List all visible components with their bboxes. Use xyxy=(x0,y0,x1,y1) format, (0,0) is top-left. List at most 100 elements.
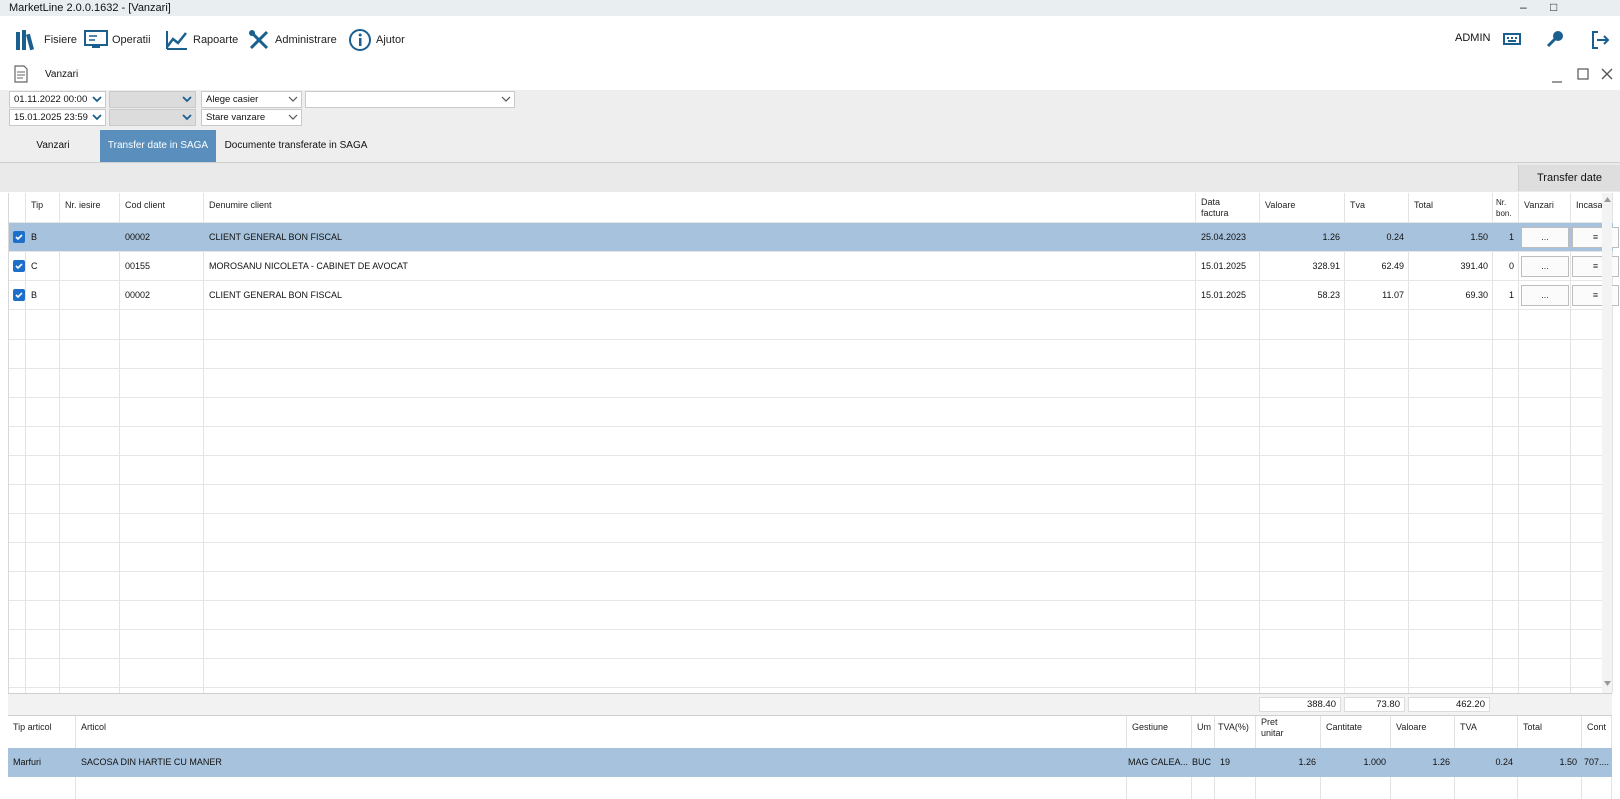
tab-vanzari[interactable]: Vanzari xyxy=(8,130,98,162)
vanzari-details-button[interactable]: ... xyxy=(1521,256,1569,277)
chart-icon xyxy=(166,31,187,50)
detail-grid: Tip articol Articol Gestiune Um TVA(%) P… xyxy=(8,715,1612,799)
main-menu: Fisiere Operatii Rapoarte Administrare A… xyxy=(0,16,1620,62)
grid-line xyxy=(9,542,1613,543)
dheader-um[interactable]: Um xyxy=(1192,716,1216,748)
grid-line xyxy=(9,687,1613,688)
cell-total: 1.50 xyxy=(1470,232,1488,242)
chevron-down-icon xyxy=(288,96,298,102)
menu-ajutor[interactable]: Ajutor xyxy=(348,26,405,54)
date-from-picker[interactable]: 01.11.2022 00:00 xyxy=(9,91,106,108)
cell-denumire-client: CLIENT GENERAL BON FISCAL xyxy=(209,232,343,242)
menu-administrare[interactable]: Administrare xyxy=(247,26,337,54)
dcell-gestiune: MAG CALEA... xyxy=(1128,757,1189,767)
menu-ajutor-label: Ajutor xyxy=(376,34,405,46)
table-row[interactable]: B 00002 CLIENT GENERAL BON FISCAL 25.04.… xyxy=(9,223,1619,252)
grid-line xyxy=(9,455,1613,456)
tab-documente-saga[interactable]: Documente transferate in SAGA xyxy=(220,130,372,162)
chevron-down-icon xyxy=(92,96,102,103)
totals-bar: 388.40 73.80 462.20 xyxy=(8,693,1612,715)
checkmark-icon xyxy=(15,234,23,241)
cell-tip: B xyxy=(31,232,38,242)
key-icon[interactable] xyxy=(1545,29,1565,49)
action-bar: Transfer date xyxy=(0,162,1620,192)
grid-line xyxy=(9,658,1613,659)
cell-valoare: 328.91 xyxy=(1312,261,1340,271)
cell-data-factura: 25.04.2023 xyxy=(1201,232,1247,242)
date-from-value: 01.11.2022 00:00 xyxy=(14,94,88,105)
cell-nr-bon: 0 xyxy=(1508,261,1514,271)
minimize-button[interactable]: – xyxy=(1520,0,1527,14)
doc-maximize-icon[interactable] xyxy=(1577,68,1589,80)
cell-cod-client: 00002 xyxy=(125,232,151,242)
cell-denumire-client: CLIENT GENERAL BON FISCAL xyxy=(209,290,343,300)
cell-tip: B xyxy=(31,290,38,300)
dcell-cantitate: 1.000 xyxy=(1363,757,1386,767)
sale-state-select[interactable]: Stare vanzare xyxy=(201,109,302,126)
dheader-pret-unitar[interactable]: Pret unitar xyxy=(1256,716,1296,748)
grid-line xyxy=(9,571,1613,572)
row-checkbox[interactable] xyxy=(13,289,25,301)
chevron-down-icon xyxy=(288,114,298,120)
dheader-total[interactable]: Total xyxy=(1518,716,1547,748)
total-valoare: 388.40 xyxy=(1259,697,1341,712)
books-icon xyxy=(16,30,35,51)
cashier-select[interactable]: Alege casier xyxy=(201,91,302,108)
monitor-icon xyxy=(84,30,108,48)
grid-line xyxy=(9,513,1613,514)
total-total: 462.20 xyxy=(1408,697,1490,712)
sales-grid: Tip Nr. iesire Cod client Denumire clien… xyxy=(8,193,1619,693)
menu-rapoarte[interactable]: Rapoarte xyxy=(165,26,238,54)
dcell-pret-unitar: 1.26 xyxy=(1298,757,1316,767)
dheader-articol[interactable]: Articol xyxy=(76,716,111,748)
menu-operatii[interactable]: Operatii xyxy=(84,26,151,54)
date-to-time-picker[interactable] xyxy=(109,109,196,126)
cell-nr-iesire xyxy=(60,281,120,310)
extra-filter-select[interactable] xyxy=(305,91,515,108)
maximize-button[interactable]: □ xyxy=(1550,0,1557,14)
cell-tva: 62.49 xyxy=(1381,261,1404,271)
date-to-picker[interactable]: 15.01.2025 23:59 xyxy=(9,109,106,126)
header-nr-bon[interactable]: Nr. bon. xyxy=(1493,193,1519,223)
dcell-valoare: 1.26 xyxy=(1432,757,1450,767)
chevron-down-icon xyxy=(182,96,192,103)
row-checkbox[interactable] xyxy=(13,231,25,243)
scroll-up-icon[interactable] xyxy=(1604,196,1611,202)
doc-close-icon[interactable] xyxy=(1601,68,1613,80)
vanzari-details-button[interactable]: ... xyxy=(1521,285,1569,306)
table-row[interactable]: C 00155 MOROSANU NICOLETA - CABINET DE A… xyxy=(9,252,1619,281)
scroll-down-icon[interactable] xyxy=(1604,681,1611,687)
dheader-tva[interactable]: TVA xyxy=(1455,716,1482,748)
cell-nr-iesire xyxy=(60,223,120,252)
vertical-scrollbar[interactable] xyxy=(1602,193,1612,693)
dcell-cont: 707.... xyxy=(1584,757,1610,767)
menu-rapoarte-label: Rapoarte xyxy=(193,34,239,46)
dheader-cantitate[interactable]: Cantitate xyxy=(1321,716,1367,748)
cell-nr-bon: 1 xyxy=(1508,232,1514,242)
cell-nr-iesire xyxy=(60,252,120,281)
logout-icon[interactable] xyxy=(1590,30,1610,50)
menu-fisiere[interactable]: Fisiere xyxy=(14,26,77,54)
dheader-tva-pct[interactable]: TVA(%) xyxy=(1215,716,1254,748)
vanzari-details-button[interactable]: ... xyxy=(1521,227,1569,248)
dheader-cont[interactable]: Cont xyxy=(1582,716,1611,748)
dheader-gestiune[interactable]: Gestiune xyxy=(1127,716,1173,748)
detail-row[interactable]: Marfuri SACOSA DIN HARTIE CU MANER MAG C… xyxy=(8,748,1612,777)
cell-cod-client: 00002 xyxy=(125,290,151,300)
grid-line xyxy=(9,600,1613,601)
row-checkbox[interactable] xyxy=(13,260,25,272)
header-data-factura[interactable]: Data factura xyxy=(1196,193,1246,223)
doc-minimize-icon[interactable] xyxy=(1551,72,1563,84)
keyboard-icon[interactable] xyxy=(1503,32,1521,46)
dheader-tip-articol[interactable]: Tip articol xyxy=(8,716,57,748)
date-from-time-picker[interactable] xyxy=(109,91,196,108)
chevron-down-icon xyxy=(182,114,192,121)
grid-line xyxy=(9,629,1613,630)
sale-state-value: Stare vanzare xyxy=(206,112,266,123)
dcell-um: BUC xyxy=(1192,757,1212,767)
transfer-date-button[interactable]: Transfer date xyxy=(1518,165,1620,191)
dheader-valoare[interactable]: Valoare xyxy=(1391,716,1431,748)
tab-transfer-saga[interactable]: Transfer date in SAGA xyxy=(100,130,216,162)
cell-valoare: 58.23 xyxy=(1317,290,1340,300)
table-row[interactable]: B 00002 CLIENT GENERAL BON FISCAL 15.01.… xyxy=(9,281,1619,310)
